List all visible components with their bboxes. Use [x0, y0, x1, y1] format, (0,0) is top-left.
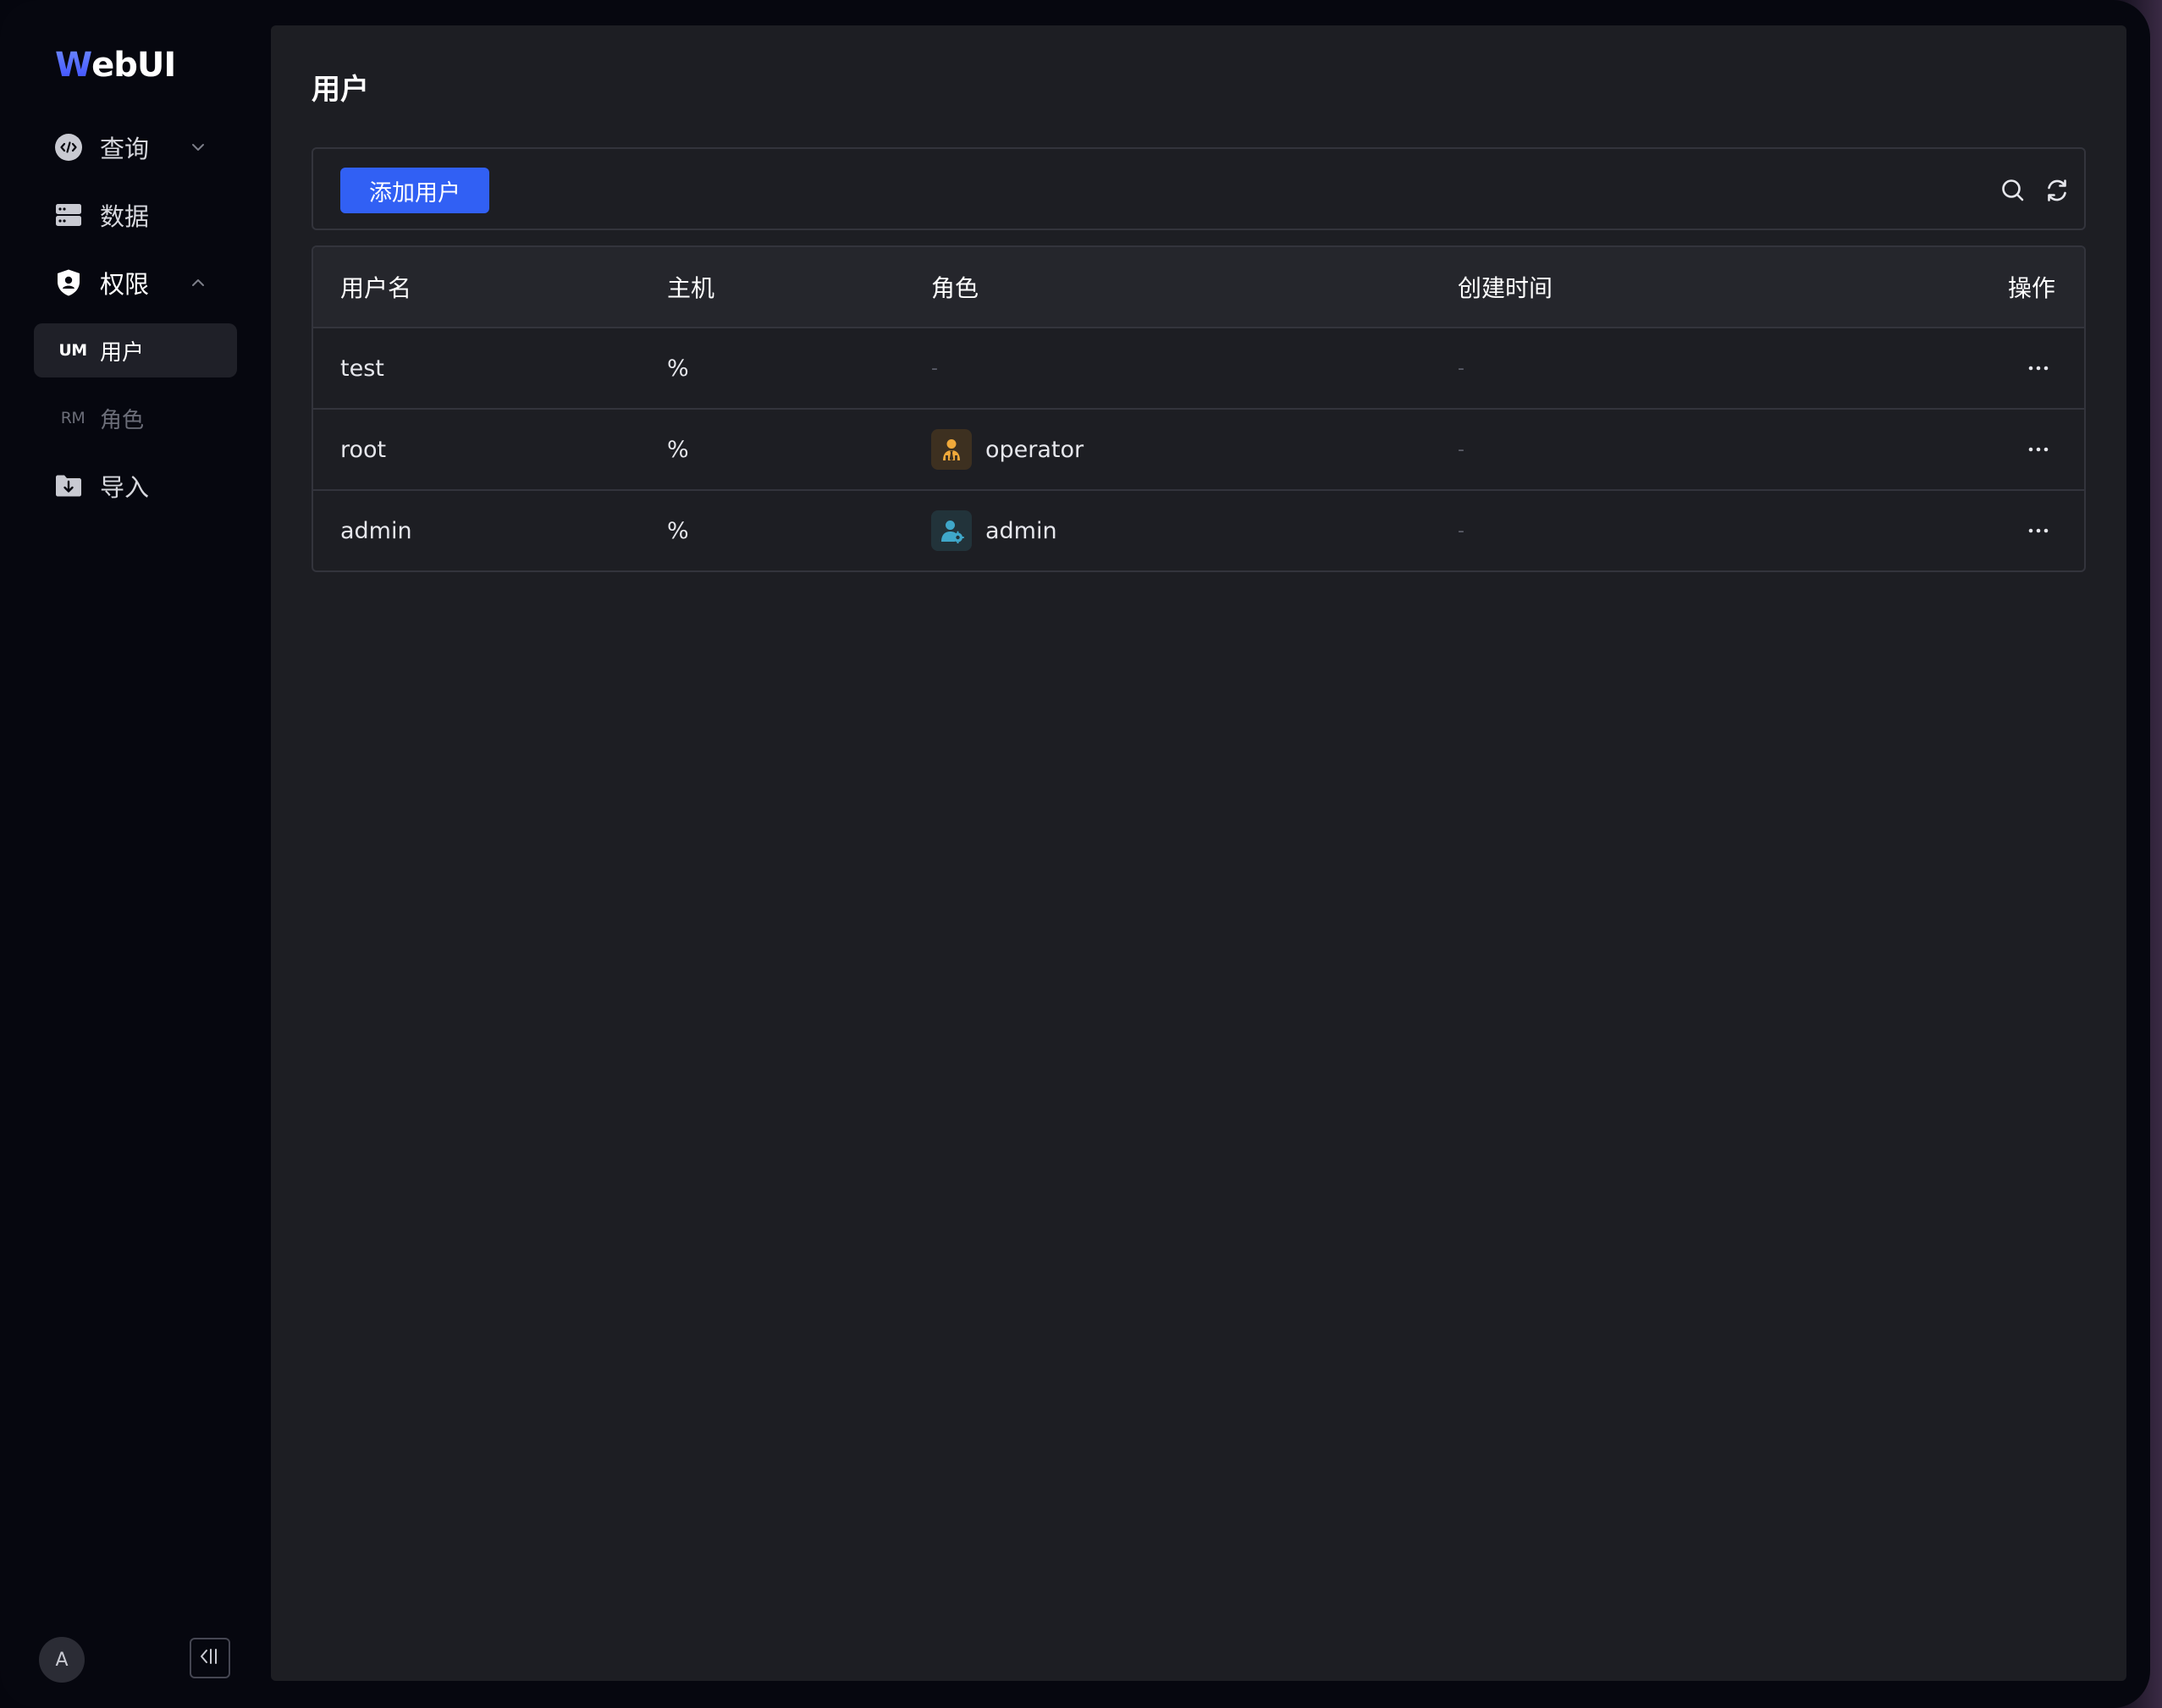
column-header-role: 角色: [931, 274, 979, 302]
folder-import-icon: [54, 471, 83, 500]
cell-username: admin: [340, 517, 412, 544]
cell-host: %: [667, 517, 689, 544]
cell-role: admin: [931, 491, 1057, 570]
cell-created: -: [1458, 520, 1464, 542]
query-code-icon: [54, 133, 83, 162]
chevron-down-icon: [188, 137, 208, 157]
cell-role: operator: [931, 410, 1084, 489]
refresh-icon[interactable]: [2040, 174, 2074, 207]
users-table: 用户名 主机 角色 创建时间 操作 test % - - root % oper…: [312, 245, 2086, 572]
collapse-sidebar-button[interactable]: [190, 1638, 230, 1678]
admin-role-icon: [931, 510, 972, 551]
app-window: W ebUI 查询 数据 权限 UM 用户 RM 角色 导入 A 用户 添加用户…: [0, 0, 2150, 1708]
sidebar-subitem-label: 角色: [100, 407, 145, 433]
sidebar-item-label: 查询: [100, 135, 150, 163]
cell-host: %: [667, 436, 689, 463]
more-actions-icon[interactable]: [2021, 433, 2055, 466]
sidebar-item-import[interactable]: 导入: [34, 459, 237, 513]
cell-actions: [2021, 491, 2055, 570]
logo-mark: W: [55, 46, 92, 85]
sidebar-item-label: 数据: [100, 202, 150, 231]
page-title: 用户: [312, 73, 369, 107]
column-header-username: 用户名: [340, 274, 412, 302]
sidebar-item-label: 导入: [100, 473, 150, 502]
more-actions-icon[interactable]: [2021, 514, 2055, 548]
cell-role: -: [931, 357, 938, 379]
user-avatar[interactable]: A: [39, 1637, 85, 1683]
main-panel: 用户 添加用户 用户名 主机 角色 创建时间 操作 test % - - roo…: [271, 25, 2126, 1681]
table-row: root % operator -: [313, 410, 2084, 491]
shield-user-icon: [54, 268, 83, 297]
database-icon: [54, 201, 83, 229]
cell-created: -: [1458, 438, 1464, 460]
cell-created: -: [1458, 357, 1464, 379]
table-row: test % - -: [313, 328, 2084, 410]
collapse-icon: [199, 1647, 221, 1669]
table-header-row: 用户名 主机 角色 创建时间 操作: [313, 247, 2084, 328]
cell-host: %: [667, 355, 689, 382]
sidebar-subitem-abbr: RM: [60, 409, 85, 427]
cell-actions: [2021, 410, 2055, 489]
table-row: admin % admin -: [313, 491, 2084, 570]
toolbar: 添加用户: [312, 147, 2086, 230]
window-backdrop: W ebUI 查询 数据 权限 UM 用户 RM 角色 导入 A 用户 添加用户…: [0, 0, 2162, 1708]
search-icon[interactable]: [1996, 174, 2030, 207]
sidebar-subitem-roles[interactable]: RM 角色: [34, 391, 237, 445]
logo-text: ebUI: [91, 46, 176, 85]
sidebar-item-permissions[interactable]: 权限: [34, 256, 237, 310]
role-name: admin: [985, 517, 1057, 544]
cell-username: test: [340, 355, 384, 382]
sidebar-subitem-label: 用户: [100, 339, 145, 366]
sidebar-subitem-users[interactable]: UM 用户: [34, 323, 237, 377]
app-logo: W ebUI: [55, 46, 176, 85]
sidebar-item-label: 权限: [100, 270, 150, 299]
more-actions-icon[interactable]: [2021, 351, 2055, 385]
column-header-actions: 操作: [2007, 274, 2055, 302]
cell-actions: [2021, 328, 2055, 408]
role-name: operator: [985, 436, 1084, 463]
cell-username: root: [340, 436, 387, 463]
add-user-button[interactable]: 添加用户: [340, 168, 489, 213]
sidebar-item-data[interactable]: 数据: [34, 188, 237, 242]
operator-role-icon: [931, 429, 972, 470]
chevron-up-icon: [188, 273, 208, 293]
column-header-host: 主机: [667, 274, 715, 302]
sidebar-item-query[interactable]: 查询: [34, 120, 237, 174]
column-header-created: 创建时间: [1458, 274, 1553, 302]
sidebar: W ebUI 查询 数据 权限 UM 用户 RM 角色 导入 A: [0, 0, 271, 1708]
sidebar-subitem-abbr: UM: [58, 341, 87, 360]
